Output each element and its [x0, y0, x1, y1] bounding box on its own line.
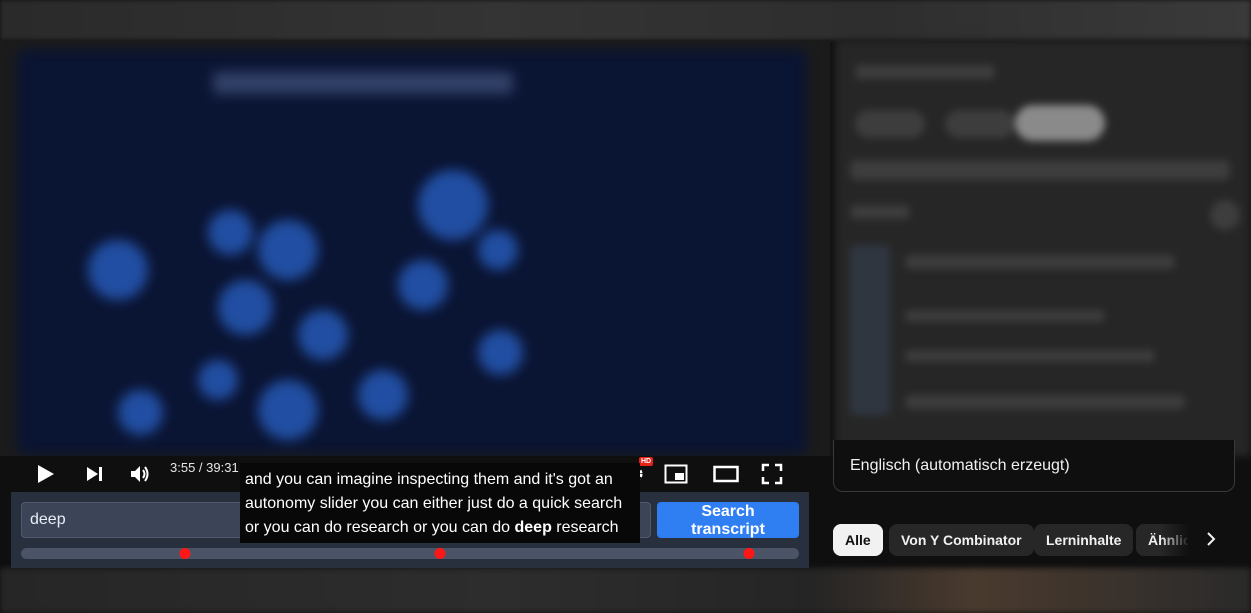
miniplayer-icon — [664, 464, 688, 484]
caption-line: and you can imagine inspecting them and … — [245, 471, 613, 488]
next-button[interactable] — [79, 456, 109, 492]
match-timeline[interactable] — [21, 548, 799, 559]
time-display: 3:55 / 39:31 — [170, 460, 239, 475]
miniplayer-button[interactable] — [661, 456, 691, 492]
blurred-video-content — [18, 50, 806, 454]
volume-button[interactable] — [125, 456, 155, 492]
fullscreen-icon — [761, 463, 783, 485]
caption-line: autonomy slider you can either just do a… — [245, 495, 623, 512]
filter-chip[interactable]: Lerninhalte — [1034, 524, 1134, 556]
blurred-sidebar — [835, 40, 1251, 456]
next-icon — [84, 464, 104, 484]
filter-chips: AlleVon Y CombinatorLerninhalteÄhnlich — [833, 524, 1188, 556]
caption-highlight: deep — [514, 519, 552, 536]
play-button[interactable] — [31, 456, 61, 492]
theater-mode-button[interactable] — [709, 456, 743, 492]
theater-icon — [713, 465, 739, 483]
video-player[interactable] — [0, 40, 830, 456]
search-transcript-button[interactable]: Search transcript — [657, 502, 799, 538]
filter-chip[interactable]: Von Y Combinator — [889, 524, 1034, 556]
caption-line: or you can do research or you can do dee… — [245, 519, 619, 536]
chevron-right-icon — [1205, 531, 1217, 552]
filter-chip[interactable]: Alle — [833, 524, 883, 556]
blurred-header — [0, 0, 1251, 40]
fullscreen-button[interactable] — [757, 456, 787, 492]
subtitle-caption: and you can imagine inspecting them and … — [240, 463, 640, 543]
transcript-language-selector[interactable]: Englisch (automatisch erzeugt) — [833, 440, 1235, 492]
match-marker[interactable] — [434, 548, 446, 559]
play-icon — [36, 463, 56, 485]
chips-next-button[interactable] — [1196, 526, 1226, 556]
hd-badge: HD — [639, 457, 654, 466]
blurred-recommendations — [0, 568, 1251, 613]
match-marker[interactable] — [179, 548, 191, 559]
match-marker[interactable] — [743, 548, 755, 559]
language-label: Englisch (automatisch erzeugt) — [850, 457, 1070, 474]
volume-icon — [129, 464, 151, 484]
